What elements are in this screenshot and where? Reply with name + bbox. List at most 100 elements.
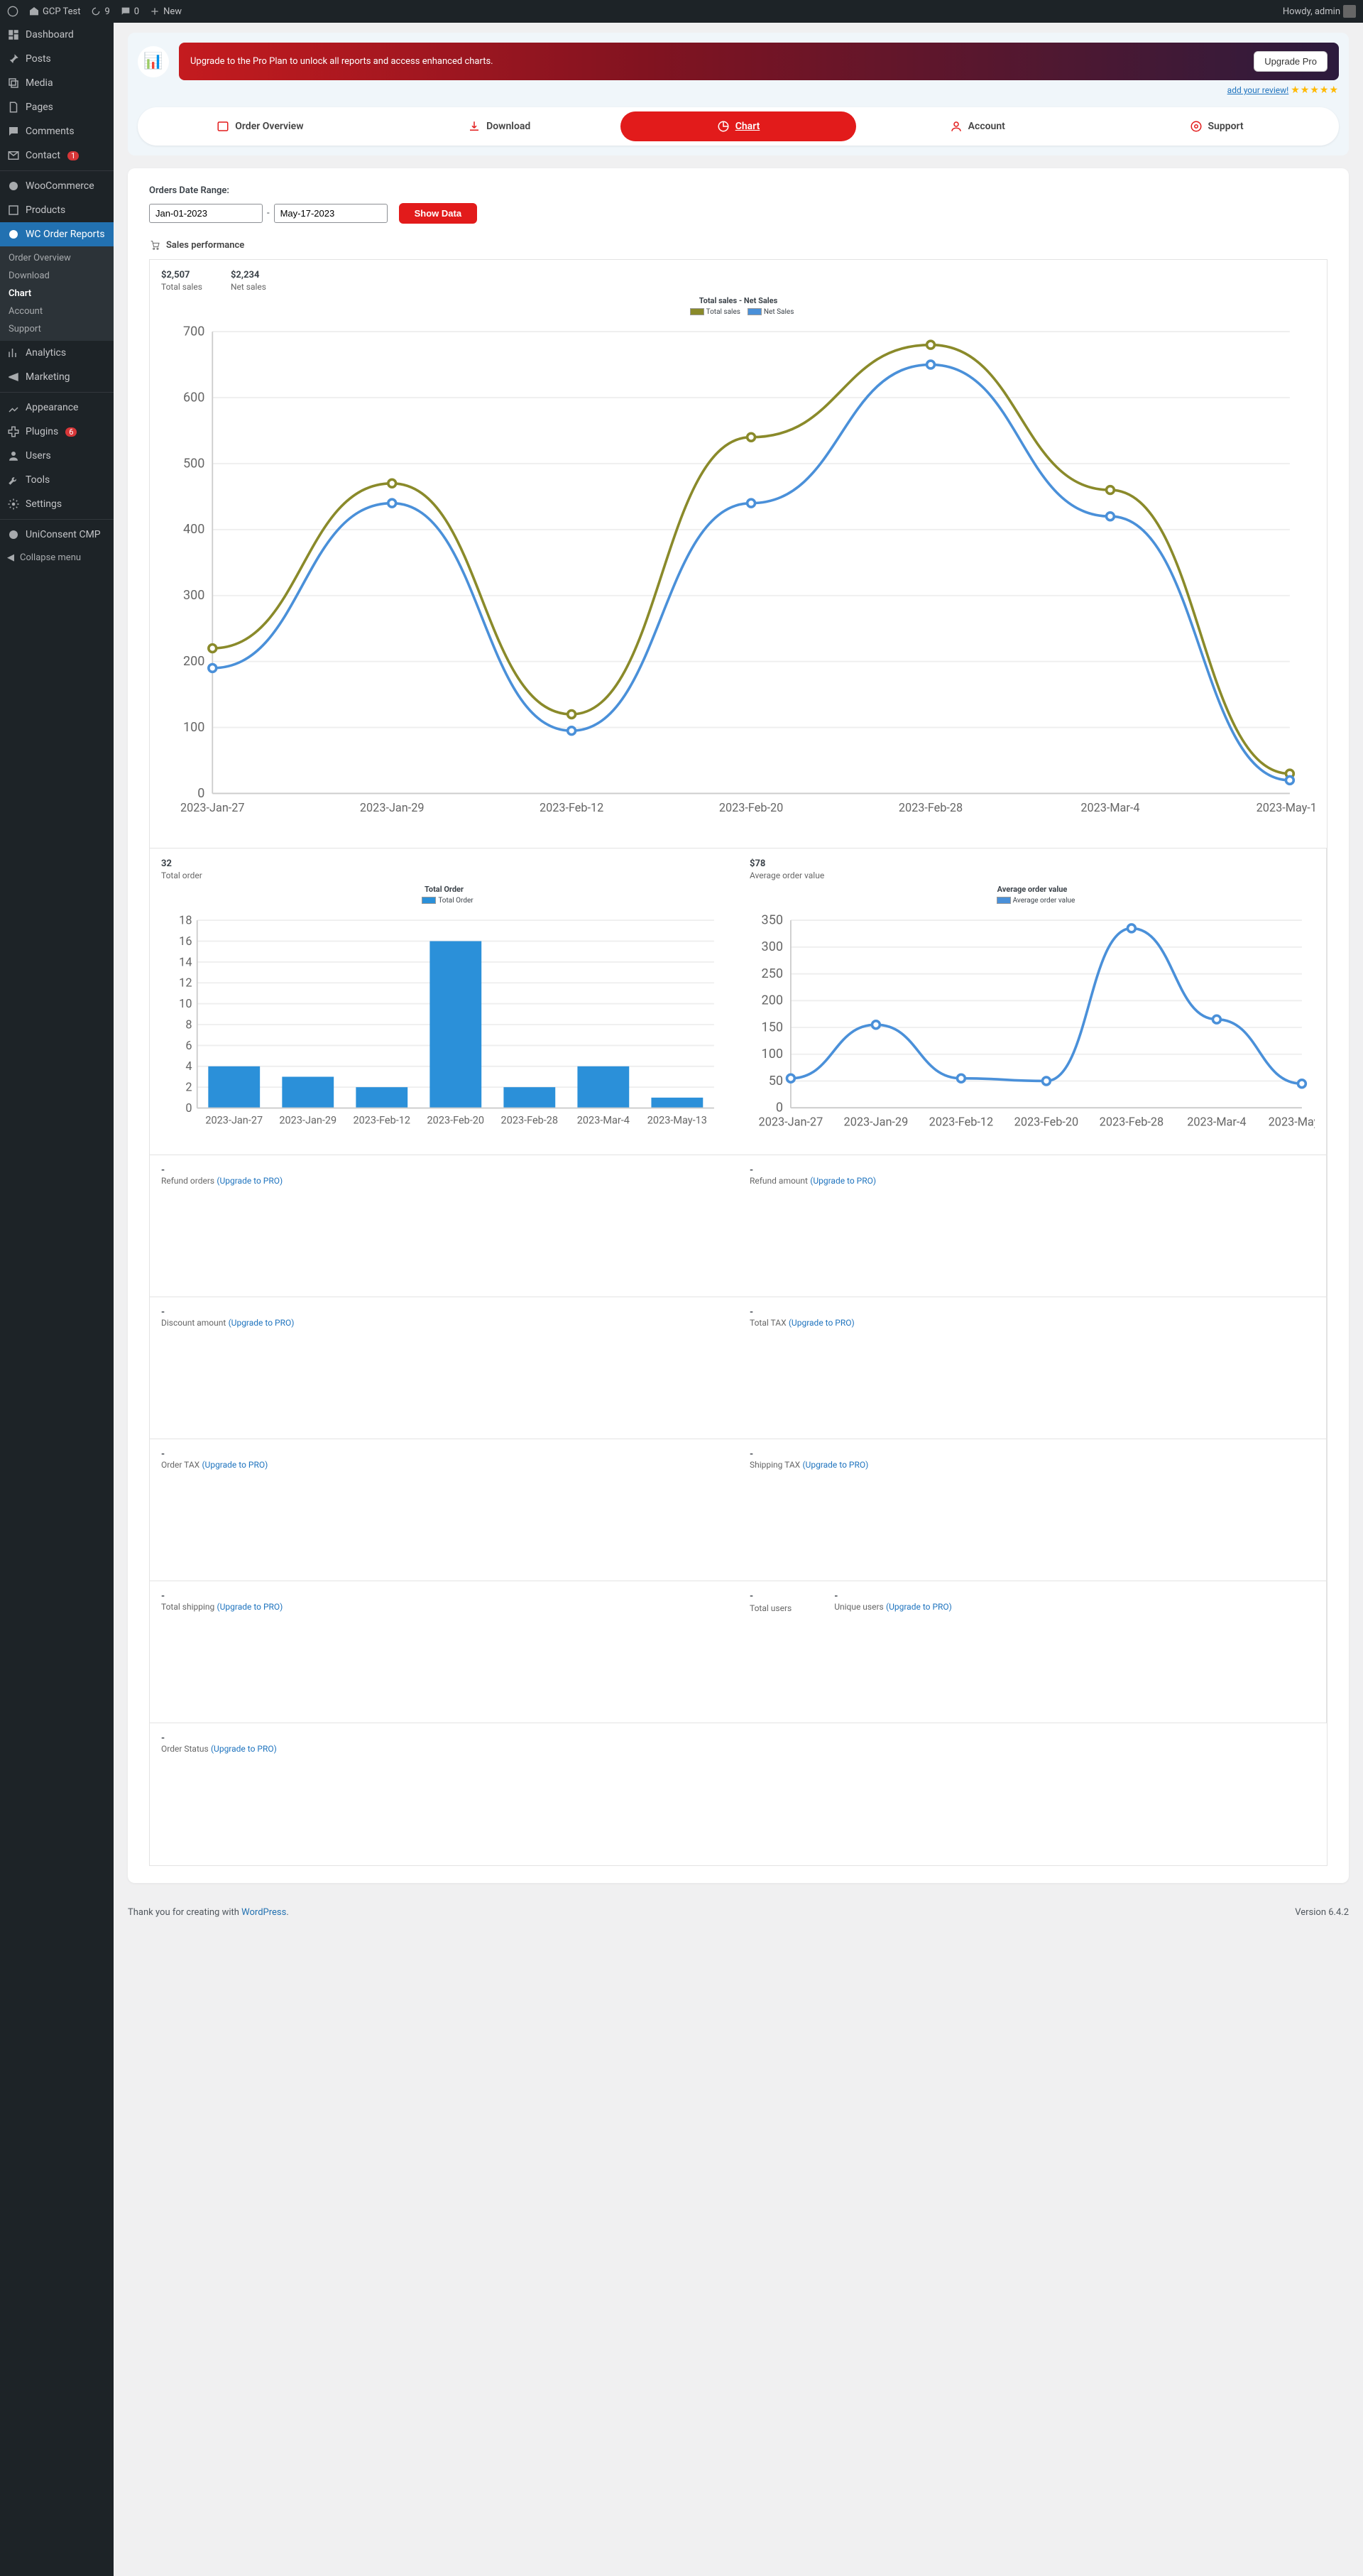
svg-text:2023-Feb-28: 2023-Feb-28 xyxy=(501,1114,559,1126)
svg-text:8: 8 xyxy=(185,1017,192,1031)
total-shipping-cell: - Total shipping (Upgrade to PRO) xyxy=(150,1581,738,1723)
svg-text:2023-May-13: 2023-May-13 xyxy=(1257,801,1315,814)
date-range-label: Orders Date Range: xyxy=(149,185,1328,196)
date-to-input[interactable] xyxy=(274,204,388,223)
svg-text:2023-Jan-27: 2023-Jan-27 xyxy=(205,1114,263,1126)
menu-comment-icon[interactable]: Comments xyxy=(0,119,114,143)
svg-text:150: 150 xyxy=(762,1020,783,1035)
download-icon xyxy=(468,120,481,133)
updates[interactable]: 9 xyxy=(90,6,109,17)
svg-text:2023-Feb-28: 2023-Feb-28 xyxy=(1100,1115,1164,1128)
upgrade-link[interactable]: (Upgrade to PRO) xyxy=(886,1602,952,1612)
svg-text:50: 50 xyxy=(769,1074,783,1088)
sub-support[interactable]: Support xyxy=(0,320,114,338)
wp-logo[interactable] xyxy=(7,6,18,17)
menu-tools-icon[interactable]: Tools xyxy=(0,468,114,492)
footer: Thank you for creating with WordPress. V… xyxy=(114,1897,1363,1928)
add-review-link[interactable]: add your review! xyxy=(1227,85,1289,95)
chart-icon xyxy=(717,120,730,133)
overview-icon xyxy=(217,120,229,133)
menu-contact[interactable]: Contact1 xyxy=(0,143,114,168)
svg-text:2023-Feb-20: 2023-Feb-20 xyxy=(719,801,783,814)
svg-text:0: 0 xyxy=(197,786,204,801)
comments-count[interactable]: 0 xyxy=(120,6,139,17)
report-card: Orders Date Range: - Show Data Sales per… xyxy=(128,168,1349,1883)
upgrade-link[interactable]: (Upgrade to PRO) xyxy=(211,1744,277,1754)
svg-text:2023-May-13: 2023-May-13 xyxy=(647,1114,707,1126)
howdy[interactable]: Howdy, admin xyxy=(1283,5,1356,18)
svg-text:2023-Feb-12: 2023-Feb-12 xyxy=(929,1115,993,1128)
version-text: Version 6.4.2 xyxy=(1295,1907,1349,1918)
svg-text:12: 12 xyxy=(179,976,192,989)
menu-pin-icon[interactable]: Posts xyxy=(0,47,114,71)
sub-account[interactable]: Account xyxy=(0,302,114,320)
site-name[interactable]: GCP Test xyxy=(28,6,80,17)
menu-woocommerce[interactable]: WooCommerce xyxy=(0,174,114,198)
svg-text:2023-Mar-4: 2023-Mar-4 xyxy=(1080,801,1139,814)
upgrade-link[interactable]: (Upgrade to PRO) xyxy=(229,1318,295,1328)
tab-support[interactable]: Support xyxy=(1098,111,1335,141)
menu-dashboard-icon[interactable]: Dashboard xyxy=(0,23,114,47)
upgrade-link[interactable]: (Upgrade to PRO) xyxy=(789,1318,855,1328)
menu-marketing-icon[interactable]: Marketing xyxy=(0,365,114,389)
tab-download[interactable]: Download xyxy=(381,111,618,141)
menu-appearance-icon[interactable]: Appearance xyxy=(0,395,114,420)
menu-uniconsent[interactable]: UniConsent CMP xyxy=(0,523,114,547)
upgrade-pro-button[interactable]: Upgrade Pro xyxy=(1254,51,1328,72)
menu-plugins[interactable]: Plugins6 xyxy=(0,420,114,444)
svg-text:14: 14 xyxy=(179,955,192,968)
support-icon xyxy=(1190,120,1203,133)
shipping-tax-cell: - Shipping TAX (Upgrade to PRO) xyxy=(738,1439,1327,1581)
total-order-bar-chart: 0246810121416182023-Jan-272023-Jan-29202… xyxy=(161,907,727,1139)
svg-text:2023-Mar-4: 2023-Mar-4 xyxy=(577,1114,630,1126)
svg-text:2023-Mar-4: 2023-Mar-4 xyxy=(1187,1115,1246,1128)
menu-media-icon[interactable]: Media xyxy=(0,71,114,95)
date-from-input[interactable] xyxy=(149,204,263,223)
upgrade-link[interactable]: (Upgrade to PRO) xyxy=(802,1460,868,1470)
upgrade-link[interactable]: (Upgrade to PRO) xyxy=(810,1176,876,1186)
show-data-button[interactable]: Show Data xyxy=(399,203,477,224)
menu-page-icon[interactable]: Pages xyxy=(0,95,114,119)
svg-text:200: 200 xyxy=(183,654,204,669)
menu-users-icon[interactable]: Users xyxy=(0,444,114,468)
aov-cell: $78 Average order value Average order va… xyxy=(738,848,1327,1155)
svg-text:2023-Jan-29: 2023-Jan-29 xyxy=(360,801,425,814)
refund-amount-cell: - Refund amount (Upgrade to PRO) xyxy=(738,1155,1327,1297)
svg-text:400: 400 xyxy=(183,522,204,537)
menu-wc-order-reports[interactable]: WC Order Reports xyxy=(0,222,114,246)
collapse-menu[interactable]: ◀ Collapse menu xyxy=(0,547,114,569)
svg-text:350: 350 xyxy=(762,912,783,927)
menu-settings-icon[interactable]: Settings xyxy=(0,492,114,516)
refund-orders-cell: - Refund orders (Upgrade to PRO) xyxy=(150,1155,738,1297)
tab-account[interactable]: Account xyxy=(859,111,1095,141)
svg-text:0: 0 xyxy=(776,1100,783,1115)
tab-order-overview[interactable]: Order Overview xyxy=(142,111,378,141)
sub-chart[interactable]: Chart xyxy=(0,285,114,302)
new-content[interactable]: New xyxy=(149,6,182,17)
wordpress-link[interactable]: WordPress xyxy=(241,1907,286,1918)
total-tax-cell: - Total TAX (Upgrade to PRO) xyxy=(738,1297,1327,1439)
discount-cell: - Discount amount (Upgrade to PRO) xyxy=(150,1297,738,1439)
svg-text:18: 18 xyxy=(179,913,192,927)
menu-analytics-icon[interactable]: Analytics xyxy=(0,341,114,365)
admin-bar: GCP Test 9 0 New Howdy, admin xyxy=(0,0,1363,23)
sales-chart-cell: $2,507Total sales $2,234Net sales Total … xyxy=(150,260,1327,848)
sub-download[interactable]: Download xyxy=(0,267,114,285)
plugin-logo: 📊 xyxy=(138,46,169,77)
svg-text:6: 6 xyxy=(185,1039,192,1052)
promo-banner: Upgrade to the Pro Plan to unlock all re… xyxy=(179,43,1339,80)
svg-text:600: 600 xyxy=(183,390,204,405)
order-tax-cell: - Order TAX (Upgrade to PRO) xyxy=(150,1439,738,1581)
svg-text:300: 300 xyxy=(183,588,204,603)
content-area: 📊 Upgrade to the Pro Plan to unlock all … xyxy=(114,33,1363,1897)
upgrade-link[interactable]: (Upgrade to PRO) xyxy=(217,1602,283,1612)
total-order-cell: 32 Total order Total Order Total Order 0… xyxy=(150,848,738,1155)
upgrade-link[interactable]: (Upgrade to PRO) xyxy=(217,1176,283,1186)
svg-text:2023-Feb-12: 2023-Feb-12 xyxy=(354,1114,411,1126)
upgrade-link[interactable]: (Upgrade to PRO) xyxy=(202,1460,268,1470)
tab-chart[interactable]: Chart xyxy=(620,111,857,141)
promo-text: Upgrade to the Pro Plan to unlock all re… xyxy=(190,56,493,67)
sales-chart-legend: Total salesNet Sales xyxy=(161,308,1315,316)
menu-products[interactable]: Products xyxy=(0,198,114,222)
sub-order-overview[interactable]: Order Overview xyxy=(0,249,114,267)
